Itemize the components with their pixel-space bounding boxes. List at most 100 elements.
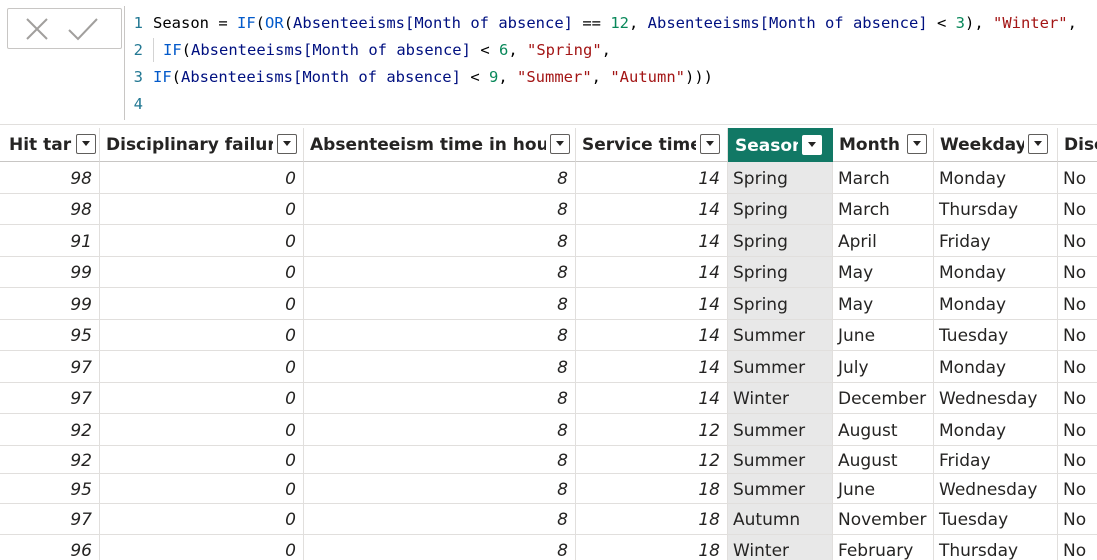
cell-disciplinary-failure[interactable]: 0 bbox=[100, 446, 304, 474]
cell-absenteeism-hours[interactable]: 8 bbox=[304, 446, 576, 474]
cell-disciplinary-failure[interactable]: 0 bbox=[100, 320, 304, 351]
cell-absenteeism-hours[interactable]: 8 bbox=[304, 194, 576, 225]
cell-month[interactable]: December bbox=[833, 383, 934, 414]
filter-dropdown-icon[interactable] bbox=[76, 134, 96, 154]
cell-weekday[interactable]: Monday bbox=[934, 162, 1058, 194]
cell-hit-target[interactable]: 97 bbox=[0, 383, 100, 414]
cell-disc[interactable]: No bbox=[1058, 351, 1097, 383]
cell-disc[interactable]: No bbox=[1058, 320, 1097, 351]
cell-absenteeism-hours[interactable]: 8 bbox=[304, 383, 576, 414]
cell-season[interactable]: Summer bbox=[728, 414, 833, 446]
cell-service-time[interactable]: 14 bbox=[576, 257, 728, 288]
cell-disc[interactable]: No bbox=[1058, 446, 1097, 474]
cell-weekday[interactable]: Monday bbox=[934, 257, 1058, 288]
cell-disc[interactable]: No bbox=[1058, 194, 1097, 225]
cell-disc[interactable]: No bbox=[1058, 288, 1097, 320]
cell-weekday[interactable]: Friday bbox=[934, 225, 1058, 257]
cell-month[interactable]: May bbox=[833, 257, 934, 288]
cell-weekday[interactable]: Tuesday bbox=[934, 320, 1058, 351]
cell-service-time[interactable]: 18 bbox=[576, 535, 728, 560]
cell-month[interactable]: August bbox=[833, 446, 934, 474]
cell-service-time[interactable]: 12 bbox=[576, 446, 728, 474]
column-header-hit-target[interactable]: Hit target bbox=[0, 128, 100, 162]
cell-hit-target[interactable]: 98 bbox=[0, 162, 100, 194]
cell-season[interactable]: Spring bbox=[728, 162, 833, 194]
cell-service-time[interactable]: 14 bbox=[576, 288, 728, 320]
cell-service-time[interactable]: 14 bbox=[576, 383, 728, 414]
cell-absenteeism-hours[interactable]: 8 bbox=[304, 162, 576, 194]
cell-disc[interactable]: No bbox=[1058, 257, 1097, 288]
cell-weekday[interactable]: Monday bbox=[934, 414, 1058, 446]
cell-weekday[interactable]: Friday bbox=[934, 446, 1058, 474]
cell-season[interactable]: Spring bbox=[728, 194, 833, 225]
cell-service-time[interactable]: 14 bbox=[576, 162, 728, 194]
cell-season[interactable]: Summer bbox=[728, 320, 833, 351]
column-header-season[interactable]: Season bbox=[728, 128, 833, 162]
cell-absenteeism-hours[interactable]: 8 bbox=[304, 414, 576, 446]
cell-weekday[interactable]: Wednesday bbox=[934, 474, 1058, 504]
cell-weekday[interactable]: Wednesday bbox=[934, 383, 1058, 414]
column-header-month[interactable]: Month bbox=[833, 128, 934, 162]
cell-season[interactable]: Autumn bbox=[728, 504, 833, 535]
cell-absenteeism-hours[interactable]: 8 bbox=[304, 288, 576, 320]
dax-formula-editor[interactable]: 1 Season = IF(OR(Absenteeisms[Month of ab… bbox=[124, 6, 1097, 120]
cell-service-time[interactable]: 14 bbox=[576, 225, 728, 257]
check-mark-icon[interactable] bbox=[68, 16, 98, 42]
cell-disciplinary-failure[interactable]: 0 bbox=[100, 257, 304, 288]
cell-disc[interactable]: No bbox=[1058, 474, 1097, 504]
cell-hit-target[interactable]: 91 bbox=[0, 225, 100, 257]
column-header-weekday[interactable]: Weekday bbox=[934, 128, 1058, 162]
filter-dropdown-icon[interactable] bbox=[1028, 134, 1048, 154]
cell-month[interactable]: July bbox=[833, 351, 934, 383]
cell-absenteeism-hours[interactable]: 8 bbox=[304, 535, 576, 560]
cell-absenteeism-hours[interactable]: 8 bbox=[304, 257, 576, 288]
x-mark-icon[interactable] bbox=[24, 16, 50, 42]
cell-hit-target[interactable]: 99 bbox=[0, 288, 100, 320]
column-header-service-time[interactable]: Service time bbox=[576, 128, 728, 162]
cell-month[interactable]: April bbox=[833, 225, 934, 257]
cell-disc[interactable]: No bbox=[1058, 383, 1097, 414]
column-header-disc[interactable]: Disciplinary bbox=[1058, 128, 1097, 162]
cell-hit-target[interactable]: 92 bbox=[0, 446, 100, 474]
cell-month[interactable]: March bbox=[833, 194, 934, 225]
cell-disc[interactable]: No bbox=[1058, 535, 1097, 560]
filter-dropdown-icon[interactable] bbox=[550, 134, 570, 154]
cell-season[interactable]: Summer bbox=[728, 474, 833, 504]
cell-disciplinary-failure[interactable]: 0 bbox=[100, 535, 304, 560]
cell-absenteeism-hours[interactable]: 8 bbox=[304, 474, 576, 504]
cell-disciplinary-failure[interactable]: 0 bbox=[100, 351, 304, 383]
column-header-absenteeism-hours[interactable]: Absenteeism time in hours bbox=[304, 128, 576, 162]
cell-hit-target[interactable]: 92 bbox=[0, 414, 100, 446]
cell-month[interactable]: August bbox=[833, 414, 934, 446]
cell-month[interactable]: June bbox=[833, 474, 934, 504]
cell-service-time[interactable]: 18 bbox=[576, 474, 728, 504]
cell-disc[interactable]: No bbox=[1058, 414, 1097, 446]
cell-disc[interactable]: No bbox=[1058, 504, 1097, 535]
cell-season[interactable]: Spring bbox=[728, 225, 833, 257]
filter-dropdown-icon[interactable] bbox=[700, 134, 720, 154]
cell-season[interactable]: Spring bbox=[728, 288, 833, 320]
cell-disciplinary-failure[interactable]: 0 bbox=[100, 225, 304, 257]
cell-disciplinary-failure[interactable]: 0 bbox=[100, 288, 304, 320]
cell-season[interactable]: Spring bbox=[728, 257, 833, 288]
cell-month[interactable]: May bbox=[833, 288, 934, 320]
filter-dropdown-icon[interactable] bbox=[907, 134, 927, 154]
cell-month[interactable]: March bbox=[833, 162, 934, 194]
cell-absenteeism-hours[interactable]: 8 bbox=[304, 225, 576, 257]
cell-disc[interactable]: No bbox=[1058, 162, 1097, 194]
cell-weekday[interactable]: Monday bbox=[934, 288, 1058, 320]
cell-hit-target[interactable]: 95 bbox=[0, 474, 100, 504]
cell-hit-target[interactable]: 96 bbox=[0, 535, 100, 560]
cell-weekday[interactable]: Tuesday bbox=[934, 504, 1058, 535]
cell-hit-target[interactable]: 99 bbox=[0, 257, 100, 288]
cell-month[interactable]: February bbox=[833, 535, 934, 560]
filter-dropdown-icon[interactable] bbox=[277, 134, 297, 154]
cell-disciplinary-failure[interactable]: 0 bbox=[100, 474, 304, 504]
cell-absenteeism-hours[interactable]: 8 bbox=[304, 351, 576, 383]
cell-disc[interactable]: No bbox=[1058, 225, 1097, 257]
cell-service-time[interactable]: 14 bbox=[576, 194, 728, 225]
column-header-disciplinary-failure[interactable]: Disciplinary failure bbox=[100, 128, 304, 162]
cell-service-time[interactable]: 14 bbox=[576, 320, 728, 351]
cell-disciplinary-failure[interactable]: 0 bbox=[100, 194, 304, 225]
cell-month[interactable]: June bbox=[833, 320, 934, 351]
